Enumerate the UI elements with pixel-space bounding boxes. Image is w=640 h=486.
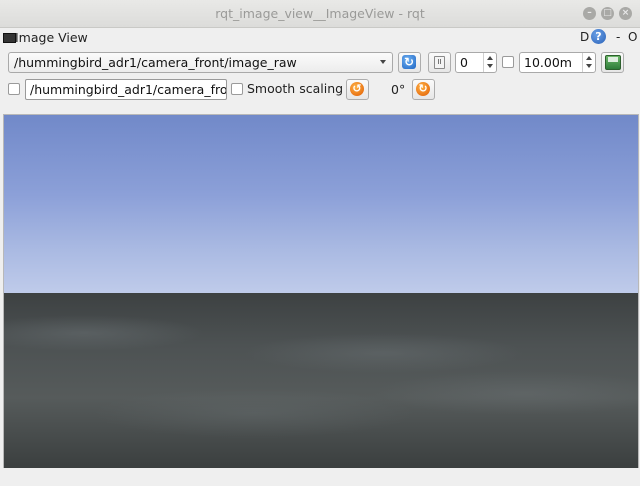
save-icon [605, 55, 621, 70]
window-titlebar: rqt_image_view__ImageView - rqt – □ × [0, 0, 640, 28]
spin-down-icon[interactable] [487, 64, 493, 68]
mouse-topic-input-value: /hummingbird_adr1/camera_front [30, 82, 227, 97]
chevron-down-icon [380, 60, 386, 64]
max-range-checkbox[interactable] [502, 56, 514, 68]
save-image-button[interactable] [601, 52, 624, 73]
dock-header: Image View D ? - O [0, 28, 640, 48]
refresh-icon: ↻ [402, 55, 416, 69]
maximize-icon[interactable]: □ [601, 7, 614, 20]
rotate-left-button[interactable]: ↺ [346, 79, 369, 100]
spin-up-icon[interactable] [586, 56, 592, 60]
zoom-spinbox-arrows[interactable] [483, 53, 496, 72]
dock-close-button[interactable]: O [628, 30, 637, 44]
zoom-spinbox[interactable]: 0 [455, 52, 497, 73]
window-controls: – □ × [583, 7, 632, 20]
help-icon[interactable]: ? [591, 29, 606, 44]
minimize-icon[interactable]: – [583, 7, 596, 20]
camera-image-ground [4, 293, 638, 468]
image-view-canvas[interactable] [3, 114, 639, 469]
topic-combobox[interactable]: /hummingbird_adr1/camera_front/image_raw [8, 52, 393, 73]
rotate-right-button[interactable]: ↻ [412, 79, 435, 100]
smooth-scaling-checkbox[interactable] [231, 83, 243, 95]
pause-button[interactable] [428, 52, 451, 73]
dock-minimize-button[interactable]: - [616, 30, 620, 44]
max-range-spinbox-arrows[interactable] [582, 53, 595, 72]
pause-icon [434, 56, 445, 69]
max-range-spinbox-value: 10.00m [524, 55, 572, 70]
status-bar [0, 468, 640, 486]
rotate-left-icon: ↺ [350, 82, 364, 96]
mouse-publish-checkbox[interactable] [8, 83, 20, 95]
max-range-spinbox[interactable]: 10.00m [519, 52, 596, 73]
dock-d-button[interactable]: D [580, 30, 589, 44]
mouse-topic-input[interactable]: /hummingbird_adr1/camera_front [25, 79, 227, 100]
window-title: rqt_image_view__ImageView - rqt [215, 6, 425, 21]
rotate-right-icon: ↻ [416, 82, 430, 96]
smooth-scaling-label[interactable]: Smooth scaling [247, 81, 343, 96]
refresh-topics-button[interactable]: ↻ [398, 52, 421, 73]
dock-title: Image View [15, 30, 88, 45]
topic-combobox-value: /hummingbird_adr1/camera_front/image_raw [14, 55, 297, 70]
rotation-label: 0° [391, 82, 406, 97]
zoom-spinbox-value: 0 [460, 55, 468, 70]
close-icon[interactable]: × [619, 7, 632, 20]
camera-image-sky [4, 115, 638, 293]
spin-up-icon[interactable] [487, 56, 493, 60]
spin-down-icon[interactable] [586, 64, 592, 68]
